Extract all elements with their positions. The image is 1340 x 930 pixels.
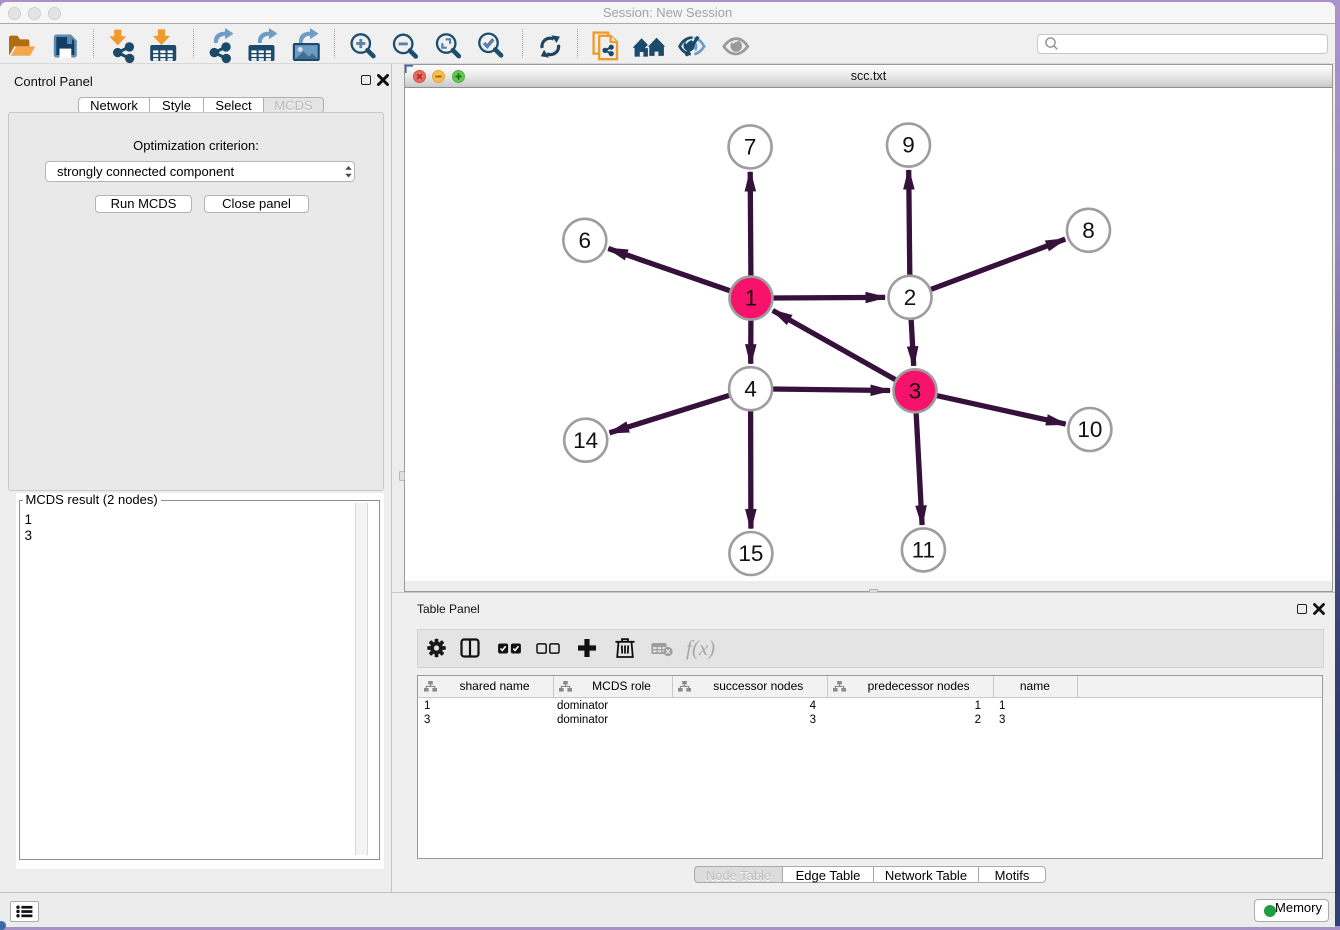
svg-text:6: 6	[579, 228, 592, 253]
svg-text:8: 8	[1082, 218, 1095, 243]
svg-text:2: 2	[904, 285, 917, 310]
svg-text:9: 9	[902, 133, 915, 158]
svg-text:7: 7	[744, 135, 757, 160]
svg-text:10: 10	[1077, 417, 1102, 442]
svg-text:14: 14	[573, 428, 598, 453]
svg-text:1: 1	[745, 286, 758, 311]
svg-text:f(x): f(x)	[686, 636, 715, 660]
svg-text:4: 4	[744, 376, 757, 401]
svg-text:11: 11	[912, 538, 935, 563]
svg-text:15: 15	[738, 541, 763, 566]
svg-text:3: 3	[909, 378, 922, 403]
